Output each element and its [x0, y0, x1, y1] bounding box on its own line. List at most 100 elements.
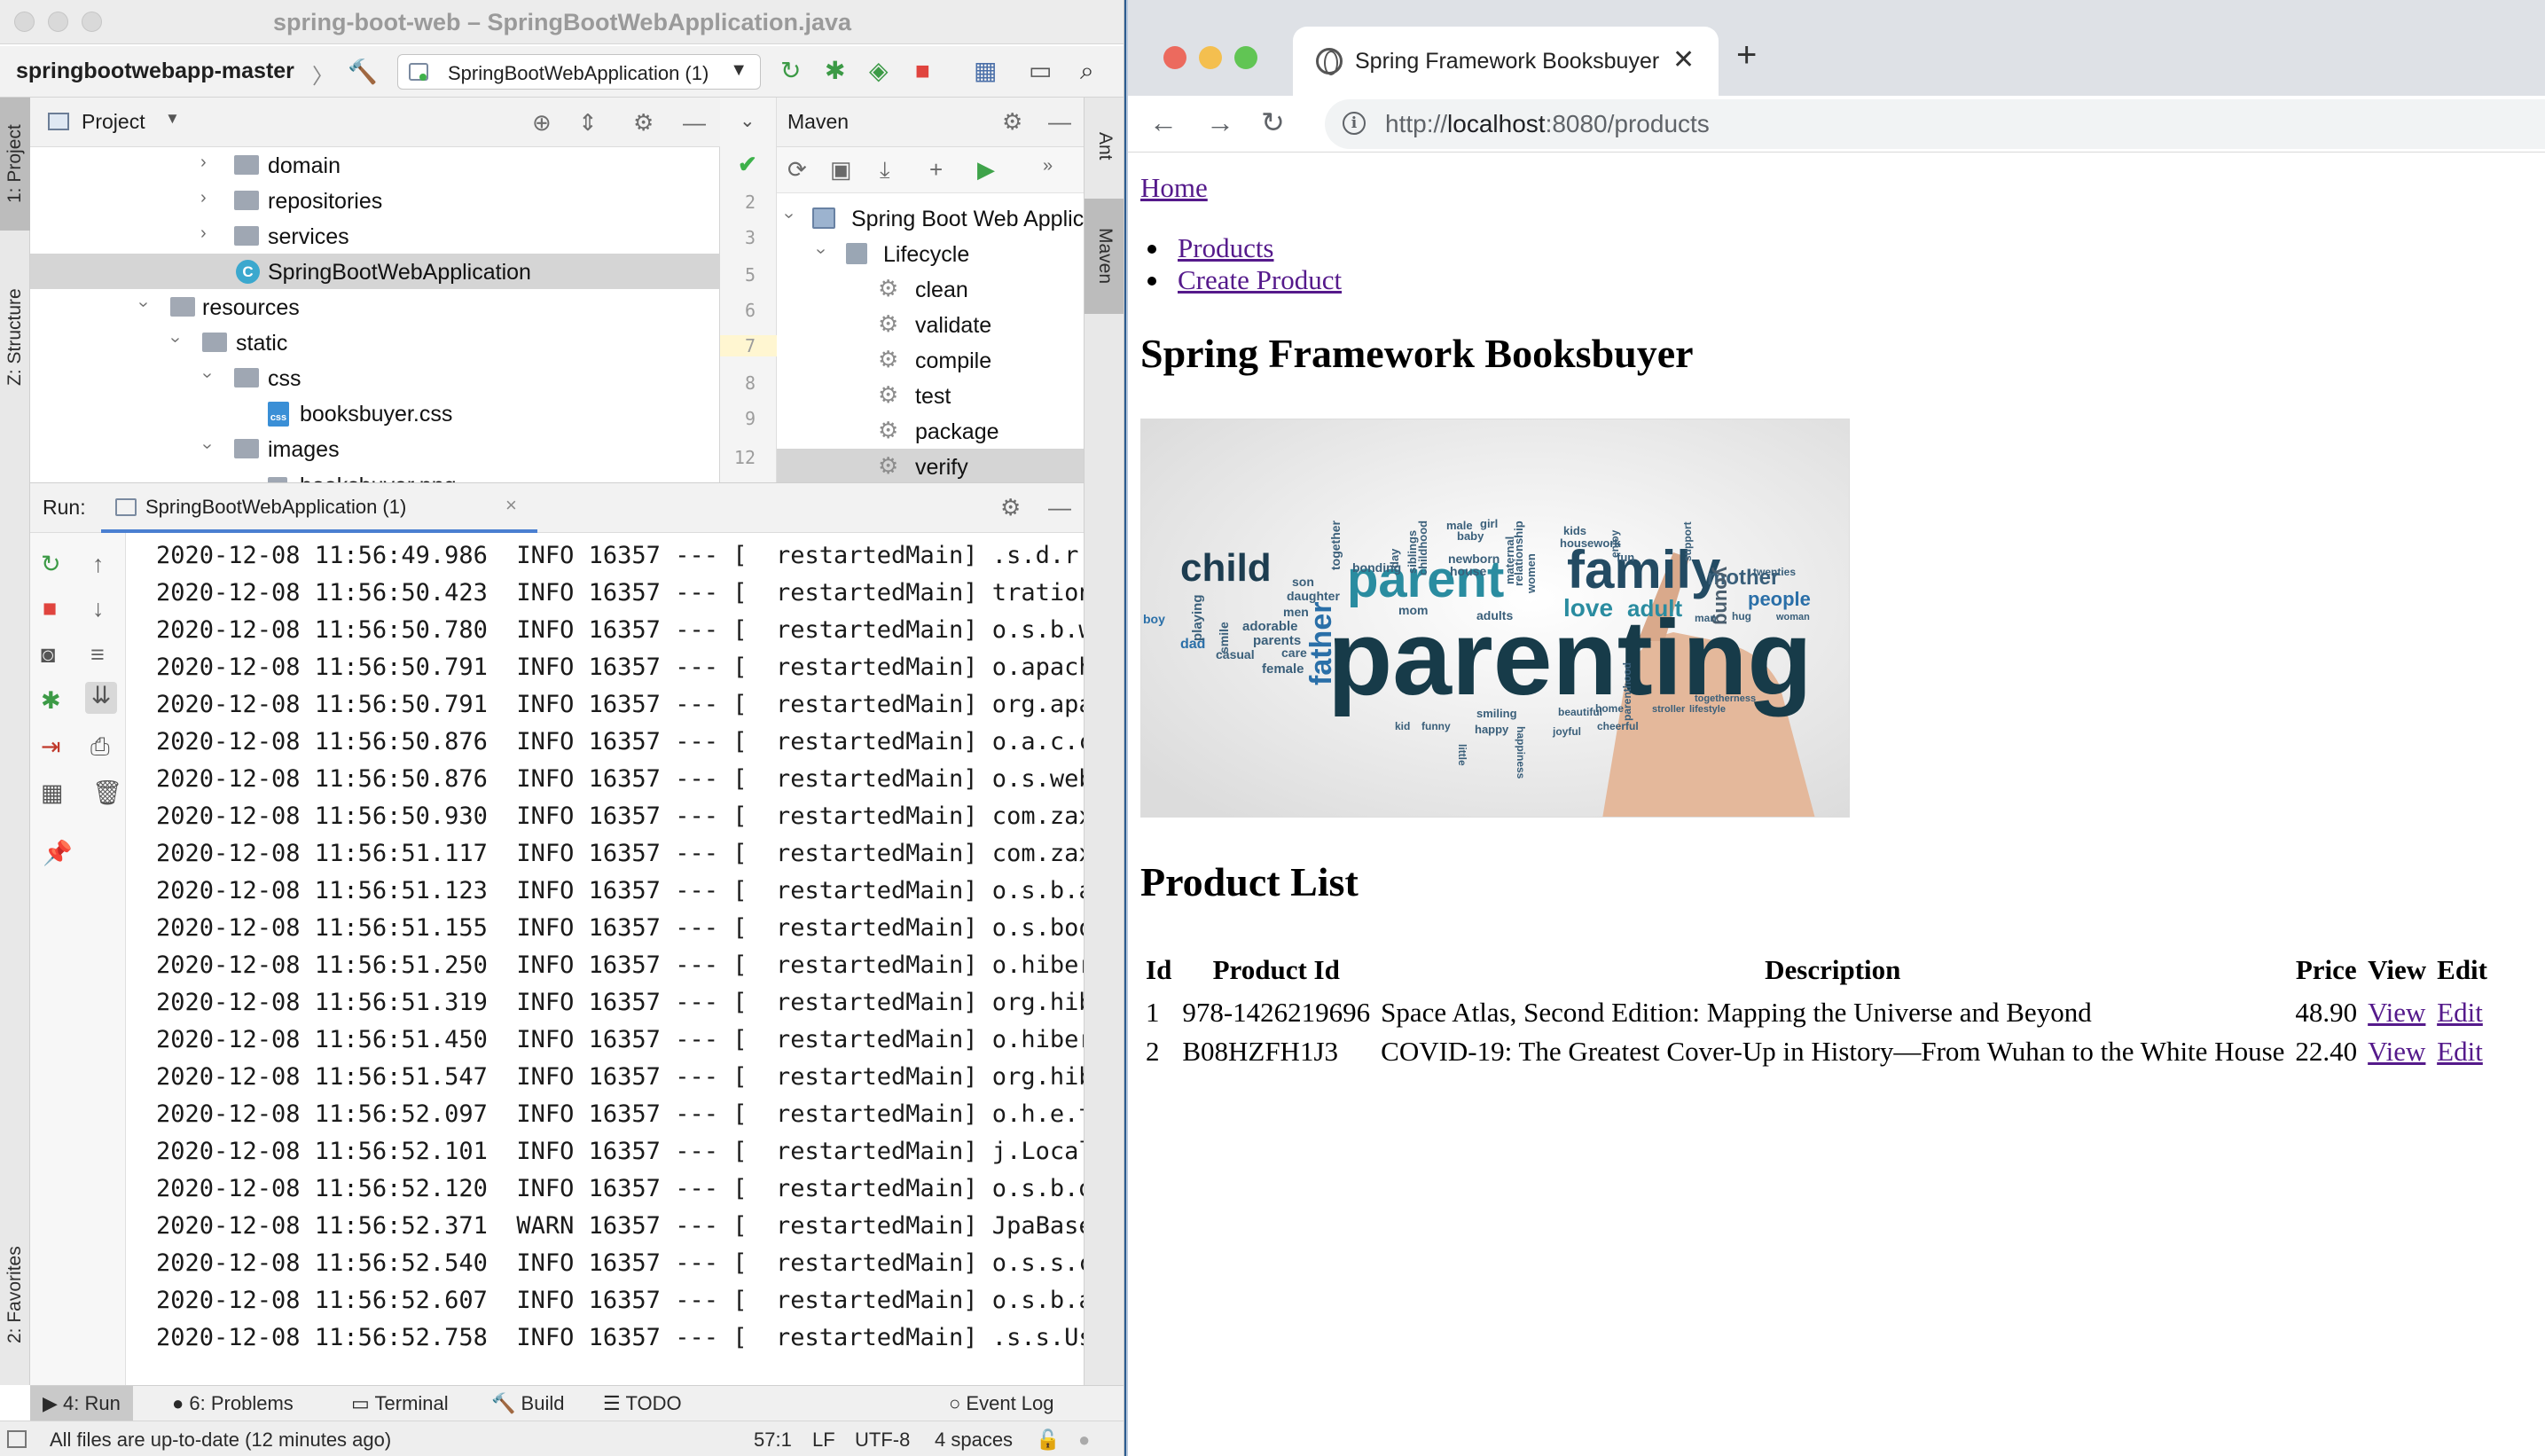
add-icon[interactable]: +	[929, 156, 943, 184]
tree-item-booksbuyer-css[interactable]: css booksbuyer.css	[30, 395, 720, 431]
view-link[interactable]: View	[2368, 1036, 2425, 1067]
presentation-icon[interactable]: ▭	[1029, 58, 1052, 84]
print-icon[interactable]: ⎙	[90, 733, 110, 760]
debug-icon[interactable]: ✱	[825, 58, 845, 84]
arrow-up-icon[interactable]: ↑	[92, 551, 105, 577]
tab-problems[interactable]: ● 6: Problems	[172, 1386, 294, 1421]
create-product-link[interactable]: Create Product	[1147, 264, 1342, 296]
chevron-down-icon[interactable]: ›	[197, 372, 217, 379]
tab-terminal[interactable]: ▭ Terminal	[351, 1386, 449, 1421]
camera-icon[interactable]: ◙	[41, 641, 55, 668]
tab-project[interactable]: 1: Project	[0, 98, 30, 231]
maven-project-item[interactable]: › Spring Boot Web Application	[777, 200, 1084, 236]
rerun-icon[interactable]: ↻	[780, 58, 801, 84]
maven-goal-clean[interactable]: ⚙ clean	[777, 271, 1084, 307]
chevron-down-icon[interactable]: ›	[810, 248, 831, 254]
run-icon[interactable]: ▶	[977, 156, 995, 184]
reload-icon[interactable]: ↻	[1261, 106, 1285, 138]
tree-item-css[interactable]: › css	[30, 360, 720, 395]
chevron-right-icon[interactable]: ›	[200, 223, 207, 244]
tree-item-domain[interactable]: › domain	[30, 147, 720, 183]
layout-icon[interactable]: ▦	[41, 779, 64, 806]
search-icon[interactable]: ⌕	[1080, 58, 1094, 84]
close-window-button[interactable]	[1163, 46, 1186, 69]
chevron-down-icon[interactable]: ›	[197, 443, 217, 450]
gear-icon[interactable]: ⚙	[1002, 108, 1022, 136]
generate-sources-icon[interactable]: ▣	[830, 156, 852, 184]
arrow-down-icon[interactable]: ↓	[92, 595, 105, 622]
close-icon[interactable]: ✕	[1672, 44, 1695, 75]
maven-goal-package[interactable]: ⚙ package	[777, 413, 1084, 449]
caret-position[interactable]: 57:1	[754, 1429, 792, 1452]
file-encoding[interactable]: UTF-8	[855, 1429, 910, 1452]
stop-icon[interactable]: ■	[915, 58, 930, 84]
address-bar[interactable]: i http://localhost:8080/products	[1325, 99, 2545, 149]
hide-icon[interactable]: —	[1048, 494, 1071, 521]
tree-item-images[interactable]: › images	[30, 431, 720, 466]
chevron-down-icon[interactable]: ▼	[165, 110, 180, 128]
console-output[interactable]: 2020-12-08 11:56:49.986 INFO 16357 --- […	[126, 533, 1084, 1386]
chevron-down-icon[interactable]: ⌄	[740, 110, 756, 132]
tree-item-repositories[interactable]: › repositories	[30, 183, 720, 218]
coverage-icon[interactable]: ◈	[869, 58, 889, 84]
chevron-down-icon[interactable]: ›	[133, 301, 153, 308]
tree-item-booksbuyer-png[interactable]: booksbuyer.png	[30, 466, 720, 482]
indent-setting[interactable]: 4 spaces	[935, 1429, 1013, 1452]
tab-run[interactable]: ▶ 4: Run	[30, 1386, 133, 1421]
project-structure-icon[interactable]: ▦	[974, 58, 997, 84]
gear-icon[interactable]: ⚙	[1000, 494, 1021, 521]
status-window-icon[interactable]	[7, 1430, 27, 1448]
download-icon[interactable]: ⤓	[880, 156, 890, 184]
gear-icon[interactable]: ⚙	[633, 109, 654, 137]
tab-build[interactable]: 🔨 Build	[491, 1386, 564, 1421]
rerun-icon[interactable]: ↻	[41, 551, 61, 577]
maven-lifecycle-item[interactable]: › Lifecycle	[777, 236, 1084, 271]
address-url[interactable]: http://localhost:8080/products	[1385, 110, 1710, 138]
login-icon[interactable]: ⇥	[41, 733, 61, 760]
tab-structure[interactable]: Z: Structure	[0, 257, 30, 417]
chevron-down-icon[interactable]: ›	[779, 213, 799, 219]
inspector-icon[interactable]: ●	[1078, 1429, 1090, 1452]
chevron-right-icon[interactable]: ›	[200, 153, 207, 173]
line-separator[interactable]: LF	[812, 1429, 835, 1452]
home-link[interactable]: Home	[1140, 172, 1208, 204]
tab-event-log[interactable]: ○ Event Log	[949, 1386, 1054, 1421]
edit-link[interactable]: Edit	[2437, 997, 2483, 1028]
chevron-down-icon[interactable]: ›	[165, 337, 185, 343]
maven-goal-validate[interactable]: ⚙ validate	[777, 307, 1084, 342]
products-link[interactable]: Products	[1147, 232, 1274, 264]
zoom-window-button[interactable]	[1234, 46, 1257, 69]
run-tab[interactable]: SpringBootWebApplication (1) ×	[101, 483, 537, 533]
collapse-all-icon[interactable]: ⇕	[578, 109, 598, 137]
maven-goal-compile[interactable]: ⚙ compile	[777, 342, 1084, 378]
project-view-select[interactable]: Project	[82, 110, 145, 134]
pin-icon[interactable]: 📌	[43, 840, 73, 866]
trash-icon[interactable]: 🗑	[92, 779, 122, 806]
soft-wrap-icon[interactable]: ≡	[90, 641, 105, 668]
maven-goal-verify[interactable]: ⚙ verify	[777, 449, 1084, 482]
run-configuration-select[interactable]: SpringBootWebApplication (1) ▼	[397, 54, 761, 90]
tab-maven[interactable]: Maven	[1085, 199, 1124, 314]
hide-icon[interactable]: —	[683, 109, 706, 137]
minimize-window-button[interactable]	[1199, 46, 1222, 69]
debug-icon[interactable]: ✱	[41, 687, 61, 714]
close-icon[interactable]: ×	[505, 494, 517, 517]
chevron-right-icon[interactable]: ›	[200, 188, 207, 208]
tree-item-resources[interactable]: › resources	[30, 289, 720, 325]
breadcrumb-project[interactable]: springbootwebapp-master	[16, 59, 294, 84]
view-link[interactable]: View	[2368, 997, 2425, 1028]
tab-todo[interactable]: ☰ TODO	[603, 1386, 682, 1421]
scroll-to-end-icon[interactable]: ⇊	[85, 682, 117, 714]
reload-icon[interactable]: ⟳	[787, 156, 807, 184]
browser-tab[interactable]: Spring Framework Booksbuyer ✕	[1293, 27, 1719, 96]
build-hammer-icon[interactable]: 🔨	[348, 58, 378, 86]
new-tab-button[interactable]: +	[1736, 37, 1757, 73]
tree-item-springbootwebapplication[interactable]: C SpringBootWebApplication	[30, 254, 720, 289]
lock-icon[interactable]: 🔓	[1036, 1429, 1060, 1452]
forward-arrow-icon[interactable]: →	[1206, 106, 1234, 138]
maven-goal-test[interactable]: ⚙ test	[777, 378, 1084, 413]
tree-item-services[interactable]: › services	[30, 218, 720, 254]
locate-icon[interactable]: ⊕	[532, 109, 552, 137]
tab-favorites[interactable]: 2: Favorites	[0, 1215, 30, 1374]
tree-item-static[interactable]: › static	[30, 325, 720, 360]
